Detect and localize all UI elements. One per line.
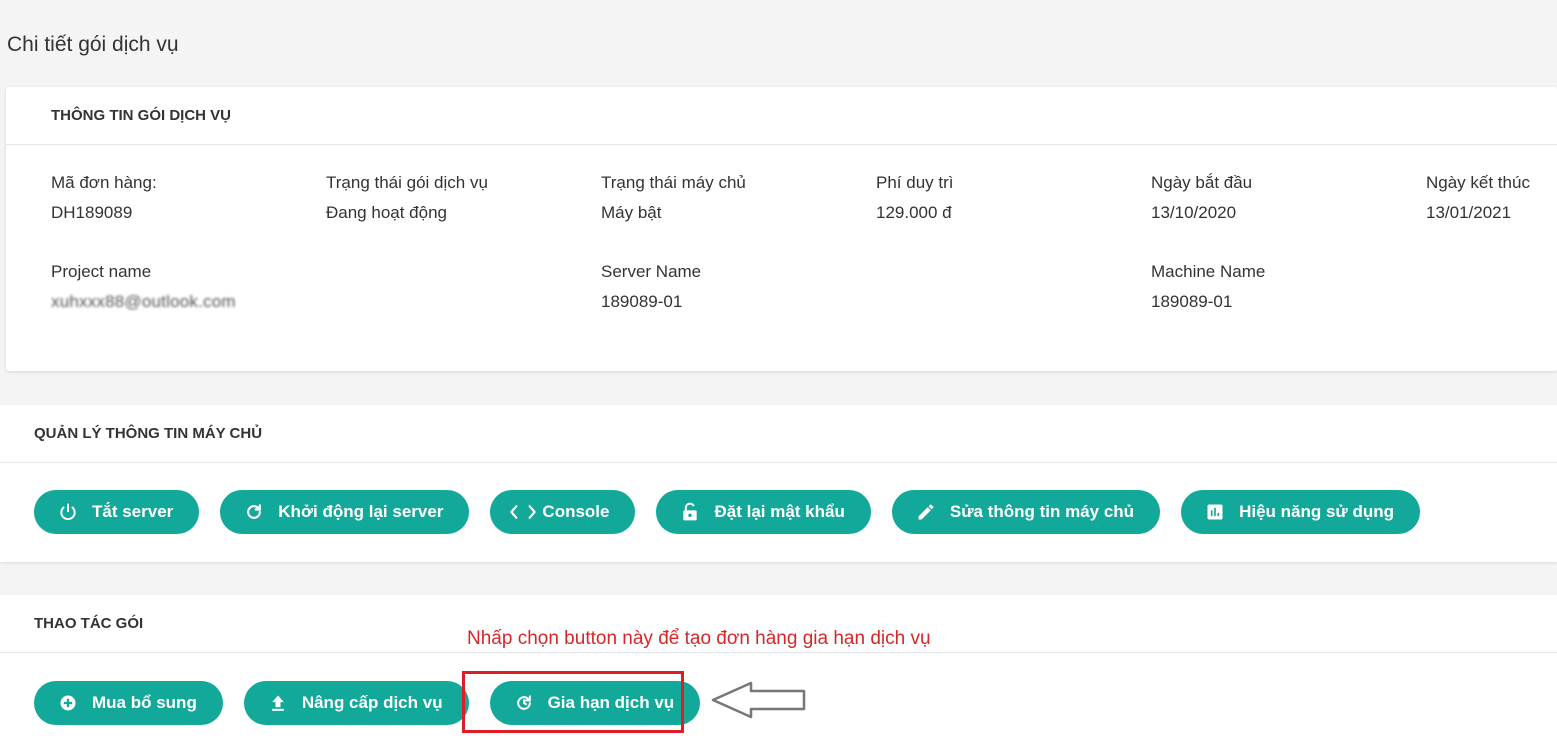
plus-circle-icon [58, 693, 78, 713]
annotation-text: Nhấp chọn button này để tạo đơn hàng gia… [467, 628, 931, 649]
server-status-label: Trạng thái máy chủ [601, 173, 746, 192]
code-icon [506, 502, 540, 522]
buy-more-label: Mua bổ sung [92, 693, 197, 712]
reset-password-label: Đặt lại mật khẩu [714, 502, 845, 521]
machine-name-value: 189089-01 [1151, 292, 1233, 311]
order-id-field: Mã đơn hàng: DH189089 [51, 173, 157, 223]
page-title: Chi tiết gói dịch vụ [7, 33, 179, 56]
edit-server-label: Sửa thông tin máy chủ [949, 502, 1135, 521]
server-management-card: QUẢN LÝ THÔNG TIN MÁY CHỦ Tắt server Khở… [0, 405, 1557, 562]
upgrade-label: Nâng cấp dịch vụ [301, 693, 443, 712]
edit-server-button[interactable]: Sửa thông tin máy chủ [891, 490, 1161, 534]
start-date-value: 13/10/2020 [1151, 203, 1237, 222]
machine-name-field: Machine Name 189089-01 [1151, 262, 1265, 312]
project-name-field: Project name xuhxxx88@outlook.com [51, 262, 236, 312]
upload-icon [268, 693, 288, 713]
server-status-field: Trạng thái máy chủ Máy bật [601, 173, 746, 223]
reset-password-button[interactable]: Đặt lại mật khẩu [656, 490, 871, 534]
restart-server-label: Khởi động lại server [278, 502, 444, 521]
machine-name-label: Machine Name [1151, 262, 1266, 281]
maintenance-fee-value: 129.000 đ [876, 203, 952, 222]
maintenance-fee-label: Phí duy trì [876, 173, 954, 192]
project-name-label: Project name [51, 262, 152, 281]
end-date-field: Ngày kết thúc 13/01/2021 [1426, 173, 1530, 223]
buy-more-button[interactable]: Mua bổ sung [34, 681, 223, 725]
left-arrow-icon [711, 681, 806, 719]
chart-icon [1205, 502, 1225, 522]
server-management-header: QUẢN LÝ THÔNG TIN MÁY CHỦ [0, 405, 1557, 463]
server-name-value: 189089-01 [601, 292, 683, 311]
console-label: Console [542, 502, 610, 521]
performance-button[interactable]: Hiệu năng sử dụng [1181, 490, 1420, 534]
pencil-icon [916, 502, 936, 522]
maintenance-fee-field: Phí duy trì 129.000 đ [876, 173, 953, 223]
restart-server-button[interactable]: Khởi động lại server [220, 490, 470, 534]
server-name-field: Server Name 189089-01 [601, 262, 701, 312]
highlight-box [462, 671, 684, 733]
order-id-label: Mã đơn hàng: [51, 173, 157, 192]
package-operations-card: THAO TÁC GÓI Mua bổ sung Nâng cấp dịch v… [0, 595, 1557, 750]
start-date-field: Ngày bắt đầu 13/10/2020 [1151, 173, 1252, 223]
package-status-value: Đang hoạt động [326, 203, 447, 222]
package-info-card: THÔNG TIN GÓI DỊCH VỤ Mã đơn hàng: DH189… [6, 87, 1557, 371]
upgrade-button[interactable]: Nâng cấp dịch vụ [243, 681, 469, 725]
server-status-value: Máy bật [601, 203, 662, 222]
package-info-header: THÔNG TIN GÓI DỊCH VỤ [6, 87, 1557, 145]
end-date-value: 13/01/2021 [1426, 203, 1512, 222]
performance-label: Hiệu năng sử dụng [1239, 502, 1394, 521]
server-actions: Tắt server Khởi động lại server Console … [34, 490, 1441, 534]
shutdown-server-label: Tắt server [92, 502, 174, 521]
refresh-icon [244, 502, 264, 522]
console-button[interactable]: Console [490, 490, 636, 534]
project-name-value: xuhxxx88@outlook.com [51, 292, 236, 311]
order-id-value: DH189089 [51, 203, 133, 222]
lock-icon [680, 502, 700, 522]
package-status-field: Trạng thái gói dịch vụ Đang hoạt động [326, 173, 488, 223]
start-date-label: Ngày bắt đầu [1151, 173, 1253, 192]
end-date-label: Ngày kết thúc [1426, 173, 1530, 192]
server-name-label: Server Name [601, 262, 702, 281]
package-status-label: Trạng thái gói dịch vụ [326, 173, 488, 192]
power-icon [58, 502, 78, 522]
shutdown-server-button[interactable]: Tắt server [34, 490, 200, 534]
